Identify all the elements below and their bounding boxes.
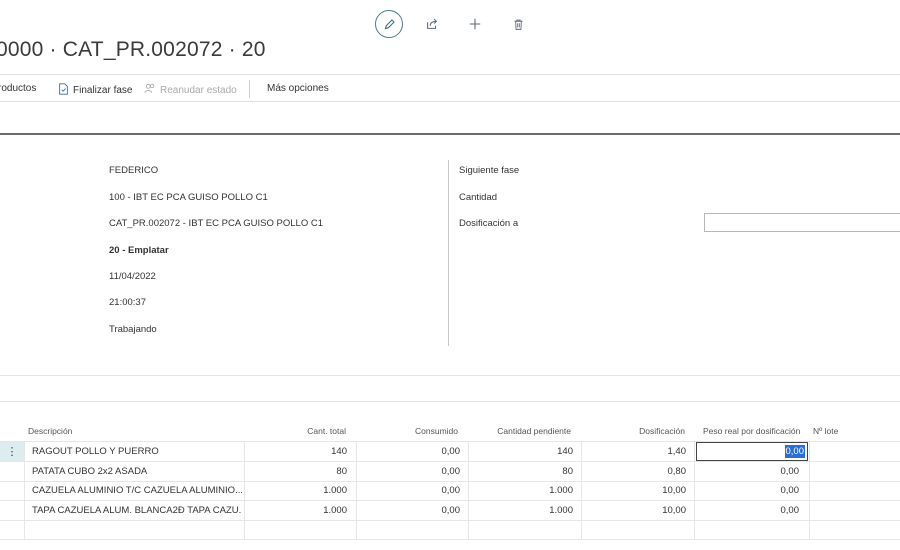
cell-descripcion[interactable]: CAZUELA ALUMINIO T/C CAZUELA ALUMINIO... [32, 481, 242, 500]
cell-n-lote[interactable] [812, 501, 897, 520]
productos-label: roductos [0, 83, 37, 94]
document-check-icon [58, 83, 69, 98]
field-fase: 20 - Emplatar [109, 245, 169, 256]
cell-consumido[interactable]: 0,00 [357, 481, 461, 500]
cell-n-lote[interactable] [812, 481, 897, 500]
grid-line [0, 520, 900, 521]
label-siguiente-fase: Siguiente fase [459, 165, 520, 176]
trash-icon[interactable] [504, 10, 532, 38]
field-estado: Trabajando [109, 324, 157, 335]
field-producto: CAT_PR.002072 - IBT EC PCA GUISO POLLO C… [109, 218, 324, 229]
cell-cant-total[interactable]: 80 [245, 462, 347, 481]
peso-real-input[interactable]: 0,00 [696, 442, 808, 461]
cell-dosificacion[interactable]: 10,00 [582, 481, 686, 500]
toolbar-top-divider [0, 74, 900, 75]
finalizar-fase-button[interactable]: Finalizar fase [58, 83, 132, 98]
reanudar-estado-button[interactable]: Reanudar estado [144, 83, 237, 97]
col-descripcion[interactable]: Descripción [28, 426, 72, 436]
col-cant-total[interactable]: Cant. total [245, 426, 346, 436]
cell-descripcion[interactable]: RAGOUT POLLO Y PUERRO [32, 442, 242, 461]
cell-cantidad-pendiente[interactable]: 80 [469, 462, 573, 481]
grid-vline [809, 441, 810, 540]
cell-dosificacion[interactable]: 10,00 [582, 501, 686, 520]
label-cantidad: Cantidad [459, 192, 498, 203]
field-fecha: 11/04/2022 [109, 271, 156, 282]
mas-opciones-button[interactable]: Más opciones [267, 83, 329, 94]
cell-n-lote[interactable] [812, 462, 897, 481]
cell-peso-real[interactable]: 0,00 [695, 462, 800, 481]
row-menu-button[interactable]: ⋮ [0, 442, 24, 461]
details-bottom-divider [0, 375, 900, 376]
field-hora: 21:00:37 [109, 297, 146, 308]
toolbar-bottom-divider [0, 101, 900, 102]
cell-cantidad-pendiente[interactable]: 1.000 [469, 481, 573, 500]
cell-n-lote[interactable] [812, 442, 897, 461]
grid-line [0, 539, 900, 540]
cell-dosificacion[interactable]: 1,40 [582, 442, 687, 461]
cell-cantidad-pendiente[interactable]: 140 [469, 442, 573, 461]
productos-action[interactable]: roductos [0, 83, 36, 94]
share-icon[interactable] [418, 10, 446, 38]
cell-dosificacion[interactable]: 0,80 [582, 462, 687, 481]
grid-vline [24, 441, 25, 540]
label-dosificacion: Dosificación a [459, 218, 519, 229]
page-title: 0000 · CAT_PR.002072 · 20 [0, 38, 266, 61]
col-cantidad-pendiente[interactable]: Cantidad pendiente [469, 426, 571, 436]
col-consumido[interactable]: Consumido [357, 426, 458, 436]
col-dosificacion[interactable]: Dosificación [582, 426, 685, 436]
col-n-lote[interactable]: Nº lote [813, 426, 838, 436]
cell-peso-real[interactable]: 0,00 [695, 481, 800, 500]
section-divider [0, 133, 900, 135]
grid-top-divider [0, 401, 900, 402]
cell-consumido[interactable]: 0,00 [357, 442, 461, 461]
cell-cant-total[interactable]: 140 [245, 442, 347, 461]
field-orden: 100 - IBT EC PCA GUISO POLLO C1 [109, 192, 268, 203]
cell-cant-total[interactable]: 1.000 [245, 501, 347, 520]
field-operario: FEDERICO [109, 165, 159, 176]
mas-opciones-label: Más opciones [267, 83, 329, 94]
cell-peso-real[interactable]: 0,00 [695, 501, 800, 520]
plus-icon[interactable] [461, 10, 489, 38]
cell-cant-total[interactable]: 1.000 [245, 481, 347, 500]
dosificacion-input[interactable] [704, 213, 900, 232]
toolbar-separator [249, 80, 250, 98]
finalizar-fase-label: Finalizar fase [73, 85, 133, 96]
cell-descripcion[interactable]: TAPA CAZUELA ALUM. BLANCA2Ð TAPA CAZU... [32, 501, 242, 520]
edit-icon[interactable] [375, 10, 403, 38]
details-separator [448, 160, 449, 346]
col-peso-real[interactable]: Peso real por dosificación [703, 426, 800, 436]
cell-cantidad-pendiente[interactable]: 1.000 [469, 501, 573, 520]
cell-descripcion[interactable]: PATATA CUBO 2x2 ASADA [32, 462, 242, 481]
peso-real-selected-value: 0,00 [784, 445, 805, 458]
people-icon [144, 83, 156, 97]
cell-consumido[interactable]: 0,00 [357, 462, 461, 481]
cell-consumido[interactable]: 0,00 [357, 501, 461, 520]
reanudar-estado-label: Reanudar estado [160, 84, 237, 96]
